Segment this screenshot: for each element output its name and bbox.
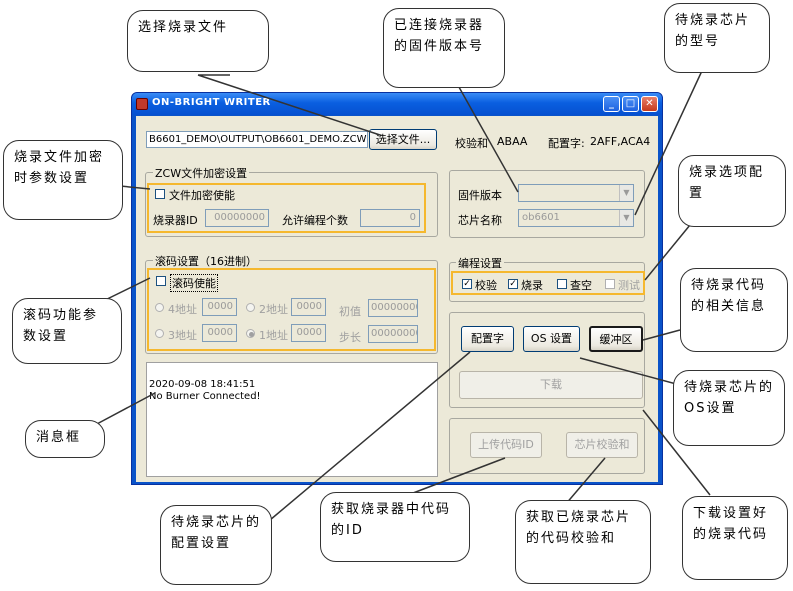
pointer-encrypt <box>119 185 151 190</box>
pointer-fw-version <box>454 79 519 193</box>
callout-buffer-info: 待烧录代码的相关信息 <box>680 268 788 352</box>
callout-os-setting: 待烧录芯片的OS设置 <box>673 370 785 446</box>
callout-download-code: 下载设置好的烧录代码 <box>682 496 788 580</box>
pointer-select-file <box>197 74 381 136</box>
pointer-message-box <box>94 392 156 426</box>
pointer-buffer-info <box>642 329 681 341</box>
callout-burn-options: 烧录选项配置 <box>678 155 786 227</box>
callout-config-setting: 待烧录芯片的配置设置 <box>160 505 272 585</box>
callout-fw-version: 已连接烧录器的固件版本号 <box>383 8 505 88</box>
callout-get-id: 获取烧录器中代码的ID <box>320 492 470 562</box>
callout-chip-model: 待烧录芯片的型号 <box>664 3 770 73</box>
pointer-get-checksum <box>564 457 606 506</box>
callout-get-checksum: 获取已烧录芯片的代码校验和 <box>515 500 651 584</box>
callout-select-file: 选择烧录文件 <box>127 10 269 72</box>
callout-message-box: 消息框 <box>25 420 105 458</box>
callout-rolling: 滚码功能参数设置 <box>12 298 122 364</box>
callout-encrypt: 烧录文件加密时参数设置 <box>3 140 123 220</box>
pointer-burn-options <box>644 224 691 281</box>
pointer-os-setting <box>579 357 681 386</box>
